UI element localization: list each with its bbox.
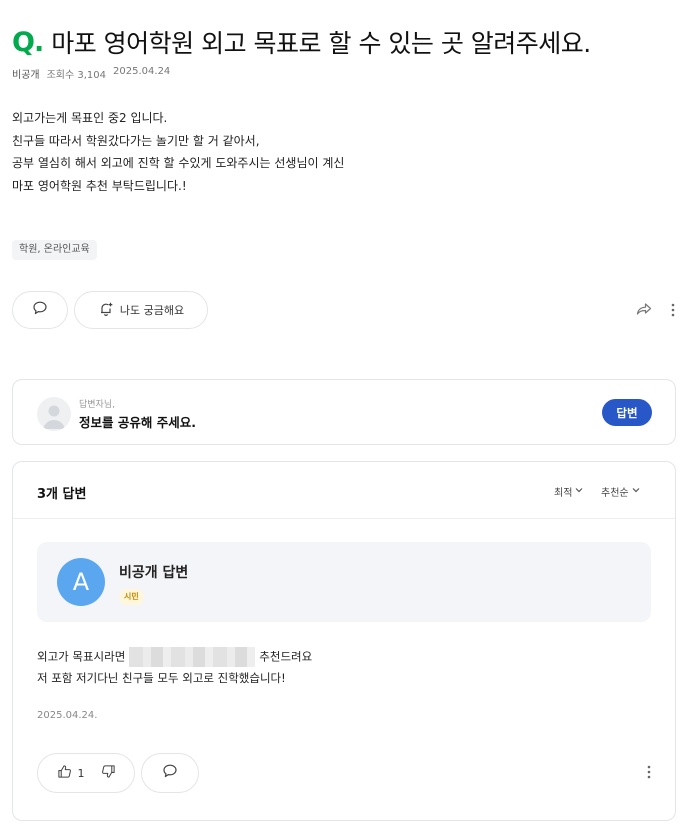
curious-button[interactable]: 나도 궁금해요 — [74, 291, 208, 329]
bell-plus-icon — [98, 301, 114, 320]
question-body-line: 외고가는게 목표인 중2 입니다. — [12, 111, 168, 125]
vote-buttons: 1 — [37, 753, 135, 793]
answer-text-before: 외고가 목표시라면 — [37, 649, 126, 664]
question-body-line: 공부 열심히 해서 외고에 진학 할 수있게 도와주시는 선생님이 계신 — [12, 156, 345, 170]
sort-best-label: 최적 — [554, 488, 573, 499]
prompt-message: 정보를 공유해 주세요. — [79, 415, 196, 430]
answer-comment-button[interactable] — [141, 753, 199, 793]
question-meta: 비공개 조회수 3,104 2025.04.24 — [12, 66, 170, 81]
chevron-down-icon — [631, 485, 641, 498]
divider — [13, 518, 675, 519]
question-author: 비공개 — [12, 70, 40, 81]
answers-count-heading: 3개 답변 — [37, 487, 87, 502]
share-arrow-icon — [635, 301, 653, 321]
answer-author-card: A 비공개 답변 시민 — [37, 542, 651, 622]
share-button[interactable] — [633, 302, 655, 320]
user-avatar-icon — [37, 397, 71, 431]
answer-text-line: 저 포함 저기다닌 친구들 모두 외고로 진학했습니다! — [37, 671, 286, 685]
thumbs-down-icon[interactable] — [101, 764, 116, 782]
question-body: 외고가는게 목표인 중2 입니다. 친구들 따라서 학원갔다가는 놀기만 할 거… — [12, 107, 344, 197]
answer-text-line: 외고가 목표시라면 추천드려요 — [37, 647, 312, 667]
question-date: 2025.04.24 — [113, 66, 171, 77]
answer-author-name: 비공개 답변 — [119, 565, 189, 581]
question-body-line: 친구들 따라서 학원갔다가는 놀기만 할 거 같아서, — [12, 133, 260, 148]
comment-button[interactable] — [12, 291, 68, 329]
sort-recommend-button[interactable]: 추천순 — [601, 484, 641, 499]
question-title: Q. 마포 영어학원 외고 목표로 할 수 있는 곳 알려주세요. — [12, 24, 591, 60]
write-answer-button[interactable]: 답변 — [602, 399, 652, 426]
answer-more-button[interactable] — [641, 763, 657, 783]
question-body-line: 마포 영어학원 추천 부탁드립니다.! — [12, 178, 187, 193]
sort-recommend-label: 추천순 — [601, 488, 629, 499]
like-count: 1 — [77, 766, 85, 780]
thumbs-up-icon[interactable] — [57, 764, 72, 782]
prompt-greeting: 답변자님, — [79, 400, 115, 410]
question-title-text: 마포 영어학원 외고 목표로 할 수 있는 곳 알려주세요. — [51, 29, 591, 58]
question-tag[interactable]: 학원, 온라인교육 — [12, 240, 97, 260]
answers-section: 3개 답변 최적 추천순 A 비공개 답변 시민 외고가 목표시라면 추천드려요 … — [12, 461, 676, 821]
question-views: 조회수 3,104 — [46, 70, 107, 81]
vertical-dots-icon — [671, 302, 675, 321]
curious-label: 나도 궁금해요 — [119, 304, 185, 317]
question-mark-icon: Q. — [12, 26, 44, 58]
sort-best-button[interactable]: 최적 — [554, 484, 584, 499]
answer-text-after: 추천드려요 — [259, 649, 313, 664]
answer-prompt-box[interactable]: 답변자님, 정보를 공유해 주세요. 답변 — [12, 379, 676, 445]
vertical-dots-icon — [647, 764, 651, 783]
more-options-button[interactable] — [665, 301, 681, 321]
speech-bubble-icon — [162, 763, 178, 783]
answer-author-badge: 시민 — [119, 589, 144, 605]
answer-date: 2025.04.24. — [37, 710, 98, 721]
chevron-down-icon — [574, 485, 584, 498]
blurred-text — [129, 647, 256, 667]
speech-bubble-icon — [32, 300, 48, 320]
answer-avatar: A — [57, 558, 105, 606]
